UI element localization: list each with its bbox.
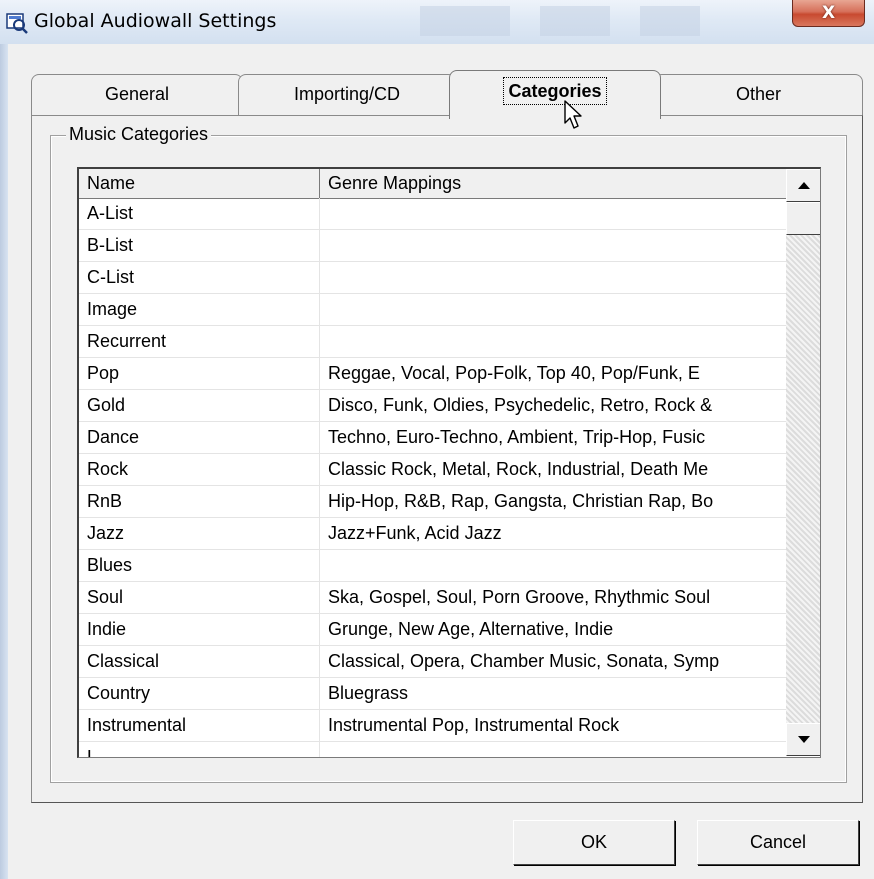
category-name-cell[interactable]: Dance [79, 422, 320, 453]
grid-header: Name Genre Mappings [79, 169, 786, 199]
tab-importing-cd[interactable]: Importing/CD [238, 74, 456, 116]
table-row[interactable]: Image [79, 294, 786, 326]
table-row[interactable]: A-List [79, 198, 786, 230]
genre-mappings-cell[interactable] [320, 550, 786, 581]
scroll-down-button[interactable] [786, 723, 820, 756]
close-icon: X [821, 3, 836, 23]
category-name-cell[interactable]: Blues [79, 550, 320, 581]
genre-mappings-cell[interactable] [320, 230, 786, 261]
table-row[interactable]: RnB Hip-Hop, R&B, Rap, Gangsta, Christian… [79, 486, 786, 518]
category-name-cell[interactable]: Instrumental [79, 710, 320, 741]
tab-general[interactable]: General [31, 74, 243, 116]
table-row[interactable]: Instrumental Instrumental Pop, Instrument… [79, 710, 786, 742]
audiowall-app-icon [6, 13, 28, 34]
table-row[interactable]: Pop Reggae, Vocal, Pop-Folk, Top 40, Pop/… [79, 358, 786, 390]
category-name-cell[interactable]: B-List [79, 230, 320, 261]
column-header-name[interactable]: Name [79, 169, 320, 198]
category-name-cell[interactable]: RnB [79, 486, 320, 517]
arrow-up-icon [797, 182, 810, 189]
category-name-cell[interactable]: Gold [79, 390, 320, 421]
table-row[interactable]: Recurrent [79, 326, 786, 358]
tab-categories[interactable]: Categories [449, 70, 661, 119]
genre-mappings-cell[interactable]: Ska, Gospel, Soul, Porn Groove, Rhythmic… [320, 582, 786, 613]
category-name-cell[interactable]: Rock [79, 454, 320, 485]
category-name-cell[interactable]: L [79, 742, 320, 757]
category-name-cell[interactable]: Country [79, 678, 320, 709]
categories-grid[interactable]: Name Genre Mappings A-List B-List C-List Im… [77, 167, 821, 758]
vertical-scrollbar[interactable] [786, 169, 820, 756]
genre-mappings-cell[interactable]: Classical, Opera, Chamber Music, Sonata,… [320, 646, 786, 677]
tab-label: Categories [503, 77, 607, 105]
genre-mappings-cell[interactable] [320, 294, 786, 325]
table-row[interactable]: C-List [79, 262, 786, 294]
genre-mappings-cell[interactable] [320, 262, 786, 293]
tab-label: General [104, 84, 170, 104]
mouse-pointer-icon [564, 100, 582, 129]
category-name-cell[interactable]: C-List [79, 262, 320, 293]
category-name-cell[interactable]: Recurrent [79, 326, 320, 357]
cancel-button[interactable]: Cancel [697, 820, 859, 865]
window-title: Global Audiowall Settings [34, 10, 277, 32]
category-name-cell[interactable]: Indie [79, 614, 320, 645]
category-name-cell[interactable]: Pop [79, 358, 320, 389]
scroll-up-button[interactable] [786, 169, 820, 202]
column-header-genre-mappings[interactable]: Genre Mappings [320, 169, 786, 198]
genre-mappings-cell[interactable]: Grunge, New Age, Alternative, Indie [320, 614, 786, 645]
group-label: Music Categories [66, 124, 212, 145]
close-button[interactable]: X [792, 0, 865, 27]
genre-mappings-cell[interactable]: Instrumental Pop, Instrumental Rock [320, 710, 786, 741]
genre-mappings-cell[interactable]: Hip-Hop, R&B, Rap, Gangsta, Christian Ra… [320, 486, 786, 517]
table-row[interactable]: Blues [79, 550, 786, 582]
category-name-cell[interactable]: Jazz [79, 518, 320, 549]
arrow-down-icon [797, 736, 810, 743]
category-name-cell[interactable]: Soul [79, 582, 320, 613]
tab-label: Importing/CD [293, 84, 401, 104]
table-row[interactable]: Jazz Jazz+Funk, Acid Jazz [79, 518, 786, 550]
table-row[interactable]: Classical Classical, Opera, Chamber Music… [79, 646, 786, 678]
window-left-edge [0, 44, 8, 879]
table-row[interactable]: Indie Grunge, New Age, Alternative, Indie [79, 614, 786, 646]
tab-other[interactable]: Other [654, 74, 863, 116]
category-name-cell[interactable]: Image [79, 294, 320, 325]
table-row[interactable]: Gold Disco, Funk, Oldies, Psychedelic, Re… [79, 390, 786, 422]
genre-mappings-cell[interactable]: Classic Rock, Metal, Rock, Industrial, D… [320, 454, 786, 485]
genre-mappings-cell[interactable]: Reggae, Vocal, Pop-Folk, Top 40, Pop/Fun… [320, 358, 786, 389]
table-row[interactable]: Rock Classic Rock, Metal, Rock, Industria… [79, 454, 786, 486]
genre-mappings-cell[interactable]: Bluegrass [320, 678, 786, 709]
genre-mappings-cell[interactable] [320, 742, 786, 757]
genre-mappings-cell[interactable]: Jazz+Funk, Acid Jazz [320, 518, 786, 549]
table-row[interactable]: B-List [79, 230, 786, 262]
genre-mappings-cell[interactable]: Disco, Funk, Oldies, Psychedelic, Retro,… [320, 390, 786, 421]
tab-label: Other [735, 84, 782, 104]
ok-button[interactable]: OK [513, 820, 675, 865]
genre-mappings-cell[interactable] [320, 198, 786, 229]
table-row[interactable]: Dance Techno, Euro-Techno, Ambient, Trip-… [79, 422, 786, 454]
category-name-cell[interactable]: Classical [79, 646, 320, 677]
genre-mappings-cell[interactable] [320, 326, 786, 357]
category-name-cell[interactable]: A-List [79, 198, 320, 229]
genre-mappings-cell[interactable]: Techno, Euro-Techno, Ambient, Trip-Hop, … [320, 422, 786, 453]
table-row[interactable]: L [79, 742, 786, 757]
title-bar[interactable]: Global Audiowall Settings X [0, 0, 874, 44]
table-row[interactable]: Country Bluegrass [79, 678, 786, 710]
grid-rows: A-List B-List C-List Image Recurrent Pop Regga… [79, 198, 786, 757]
scroll-thumb[interactable] [786, 202, 820, 235]
table-row[interactable]: Soul Ska, Gospel, Soul, Porn Groove, Rhyt… [79, 582, 786, 614]
